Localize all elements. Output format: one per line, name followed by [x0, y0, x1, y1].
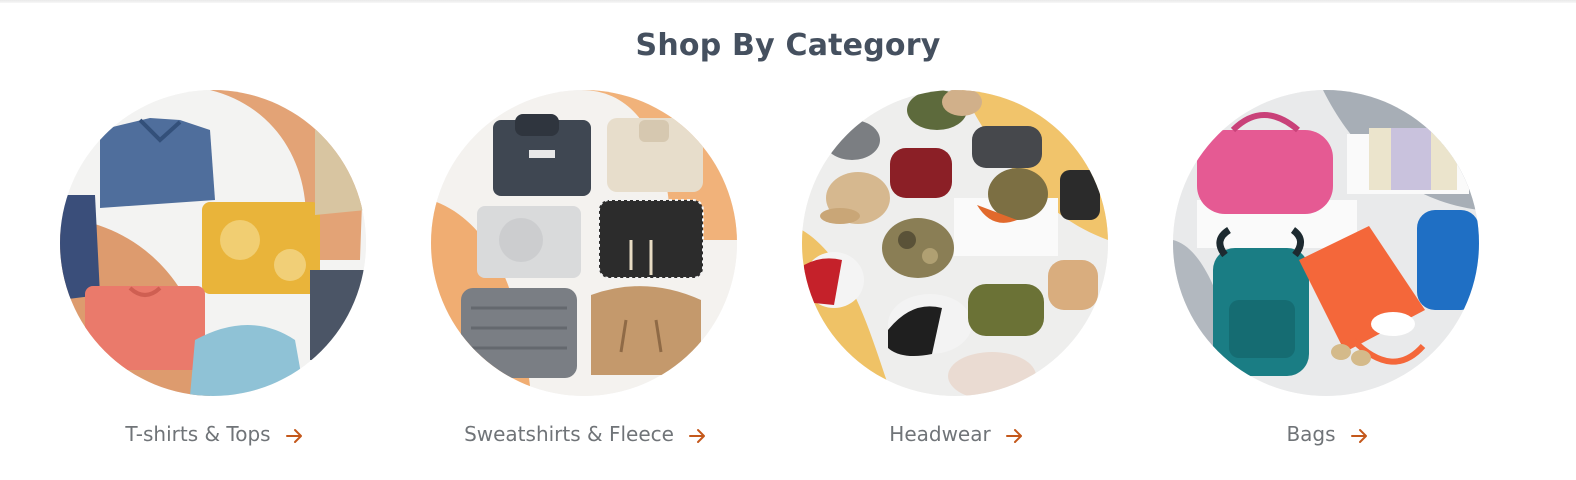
top-divider [0, 0, 1576, 3]
arrow-right-icon [1005, 427, 1023, 445]
category-card-headwear[interactable]: Headwear [802, 90, 1110, 460]
category-link-headwear[interactable]: Headwear [742, 422, 1170, 446]
category-label: T-shirts & Tops [125, 422, 271, 446]
arrow-right-icon [688, 427, 706, 445]
category-link-tshirts-tops[interactable]: T-shirts & Tops [0, 422, 428, 446]
bags-image[interactable] [1173, 90, 1479, 396]
sweatshirts-fleece-image[interactable] [431, 90, 737, 396]
arrow-right-icon [285, 427, 303, 445]
arrow-right-icon [1350, 427, 1368, 445]
category-card-tshirts-tops[interactable]: T-shirts & Tops [60, 90, 368, 460]
category-card-sweatshirts-fleece[interactable]: Sweatshirts & Fleece [431, 90, 739, 460]
category-card-bags[interactable]: Bags [1173, 90, 1481, 460]
headwear-image[interactable] [802, 90, 1108, 396]
tshirts-tops-image[interactable] [60, 90, 366, 396]
section-title: Shop By Category [635, 28, 941, 63]
category-link-sweatshirts-fleece[interactable]: Sweatshirts & Fleece [371, 422, 799, 446]
category-label: Sweatshirts & Fleece [464, 422, 674, 446]
category-label: Headwear [889, 422, 991, 446]
category-link-bags[interactable]: Bags [1113, 422, 1541, 446]
category-label: Bags [1286, 422, 1336, 446]
